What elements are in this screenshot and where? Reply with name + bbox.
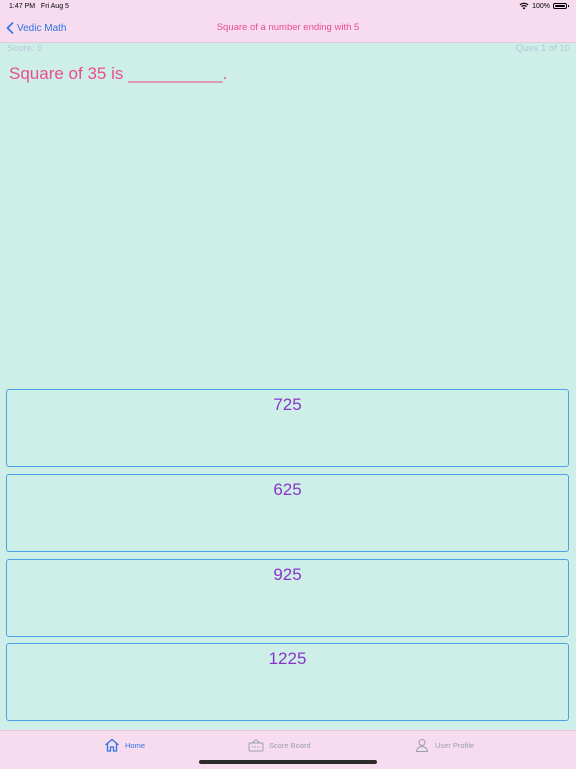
answer-option-3[interactable]: 925 [6,559,569,637]
wifi-icon [519,2,529,10]
answer-option-1[interactable]: 725 [6,389,569,467]
home-indicator[interactable] [199,760,377,764]
answer-option-2[interactable]: 625 [6,474,569,552]
page-title: Square of a number ending with 5 [216,22,360,33]
tab-user-profile[interactable]: User Profile [414,738,474,752]
status-indicators: 100% [519,2,569,10]
status-time: 1:47 PM Fri Aug 5 [9,3,69,10]
answer-option-4[interactable]: 1225 [6,643,569,721]
battery-icon [553,3,569,9]
user-icon [415,739,429,752]
tab-user-profile-label: User Profile [435,740,475,750]
answer-option-label: 1225 [268,649,307,668]
score-label: Score: 0 [7,43,43,54]
tab-score-board[interactable]: Score Board [248,738,311,752]
status-date: Fri Aug 5 [40,3,69,10]
battery-percent: 100% [532,2,550,10]
status-clock: 1:47 PM [9,3,36,10]
question-progress: Ques 1 of 10 [515,43,570,54]
tab-home-label: Home [125,740,146,750]
navigation-bar: 1:47 PM Fri Aug 5 100% Vedic Math Square… [0,0,576,43]
tab-score-board-label: Score Board [269,740,311,750]
tab-home[interactable]: Home [104,738,145,752]
home-icon [105,738,119,752]
scoreboard-icon [248,738,264,752]
answer-option-label: 925 [273,565,302,584]
answer-option-label: 625 [273,480,302,499]
answer-option-label: 725 [273,395,302,414]
question-text: Square of 35 is __________. [9,64,228,83]
